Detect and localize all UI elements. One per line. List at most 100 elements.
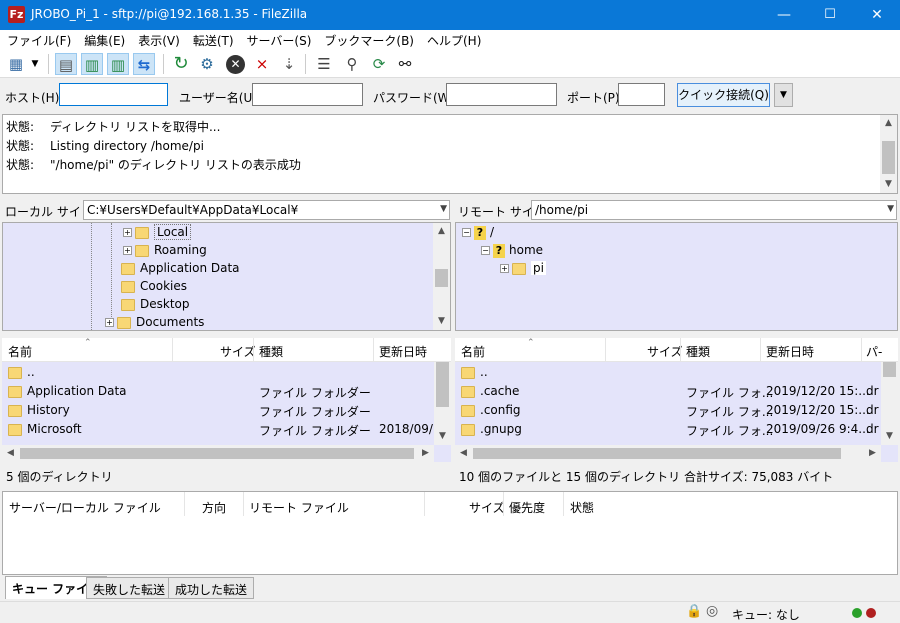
filezilla-app-icon[interactable]: Fz	[8, 6, 25, 23]
tab-failed-transfers[interactable]: 失敗した転送	[86, 577, 173, 599]
cancel-operation-icon[interactable]: ✕	[226, 55, 245, 74]
menu-edit[interactable]: 編集(E)	[77, 30, 131, 49]
process-queue-icon[interactable]: ⚙	[196, 53, 218, 75]
tree-item[interactable]: −? /	[462, 225, 494, 240]
chevron-down-icon[interactable]: ▼	[887, 204, 894, 214]
local-directory-tree[interactable]: + Local + Roaming Application Data Cookies…	[2, 222, 451, 331]
scroll-thumb[interactable]	[473, 448, 841, 459]
column-priority[interactable]: 優先度	[509, 499, 545, 516]
reconnect-icon[interactable]: ⇣	[278, 53, 300, 75]
scroll-down-icon[interactable]: ▼	[433, 313, 450, 330]
menu-file[interactable]: ファイル(F)	[0, 30, 77, 49]
table-row[interactable]: Application Data ファイル フォルダー	[2, 381, 451, 400]
column-modified[interactable]: 更新日時	[766, 343, 814, 360]
collapse-icon[interactable]: −	[481, 246, 490, 255]
message-log[interactable]: 状態: ディレクトリ リストを取得中... 状態: Listing director…	[2, 114, 898, 194]
remote-list-hscrollbar[interactable]: ◀ ▶	[455, 445, 881, 462]
scroll-right-icon[interactable]: ▶	[417, 445, 434, 462]
table-row[interactable]: History ファイル フォルダー	[2, 400, 451, 419]
column-status[interactable]: 状態	[570, 499, 594, 516]
username-input[interactable]	[252, 83, 363, 106]
column-type[interactable]: 種類	[259, 343, 283, 360]
column-name[interactable]: 名前	[461, 343, 485, 360]
scroll-thumb[interactable]	[20, 448, 414, 459]
scroll-thumb[interactable]	[882, 141, 895, 174]
toggle-remote-tree-icon[interactable]: ▥	[107, 53, 129, 75]
scroll-thumb[interactable]	[436, 362, 449, 407]
tab-successful-transfers[interactable]: 成功した転送	[168, 577, 255, 599]
menu-view[interactable]: 表示(V)	[131, 30, 186, 49]
local-list-hscrollbar[interactable]: ◀ ▶	[2, 445, 434, 462]
menu-bookmarks[interactable]: ブックマーク(B)	[317, 30, 420, 49]
site-manager-dropdown-icon[interactable]: ▼	[28, 53, 42, 75]
tree-item[interactable]: + Documents	[105, 315, 204, 329]
column-permissions[interactable]: パ-	[866, 343, 882, 360]
table-row[interactable]: .cache ファイル フォ... 2019/12/20 15:... dr	[455, 381, 898, 400]
synchronized-browsing-icon[interactable]: ⟳	[368, 53, 390, 75]
scroll-thumb[interactable]	[435, 269, 448, 287]
scroll-down-icon[interactable]: ▼	[434, 428, 451, 445]
remote-file-list[interactable]: .. .cache ファイル フォ... 2019/12/20 15:... dr .…	[455, 362, 898, 462]
scroll-down-icon[interactable]: ▼	[881, 428, 898, 445]
expand-icon[interactable]: +	[123, 228, 132, 237]
speed-limit-icon[interactable]: ◎	[706, 603, 718, 619]
refresh-icon[interactable]: ↻	[170, 53, 192, 75]
tree-item[interactable]: −? home	[481, 243, 543, 258]
port-input[interactable]	[618, 83, 665, 106]
toggle-log-icon[interactable]: ▤	[55, 53, 77, 75]
transfer-queue[interactable]: サーバー/ローカル ファイル 方向 リモート ファイル サイズ 優先度 状態	[2, 491, 898, 575]
column-name[interactable]: 名前	[8, 343, 32, 360]
scroll-down-icon[interactable]: ▼	[880, 176, 897, 193]
column-direction[interactable]: 方向	[202, 499, 226, 516]
tree-item[interactable]: Desktop	[121, 297, 190, 311]
expand-icon[interactable]: +	[105, 318, 114, 327]
log-scrollbar[interactable]: ▲ ▼	[880, 115, 897, 193]
table-row[interactable]: ..	[455, 362, 898, 381]
host-input[interactable]	[59, 83, 168, 106]
directory-comparison-icon[interactable]: ⚲	[341, 53, 363, 75]
disconnect-icon[interactable]: ⨯	[251, 53, 273, 75]
site-manager-icon[interactable]: ▦	[5, 53, 27, 75]
directory-listing-filters-icon[interactable]: ☰	[313, 53, 335, 75]
table-row[interactable]: ..	[2, 362, 451, 381]
quickconnect-button[interactable]: クイック接続(Q)	[677, 83, 770, 107]
chevron-down-icon[interactable]: ▼	[440, 204, 447, 214]
scroll-left-icon[interactable]: ◀	[455, 445, 472, 462]
collapse-icon[interactable]: −	[462, 228, 471, 237]
quickconnect-dropdown-icon[interactable]: ▼	[774, 83, 793, 107]
toggle-local-tree-icon[interactable]: ▥	[81, 53, 103, 75]
menu-transfer[interactable]: 転送(T)	[186, 30, 240, 49]
maximize-button[interactable]: ☐	[807, 0, 853, 30]
scroll-right-icon[interactable]: ▶	[864, 445, 881, 462]
tree-item[interactable]: Cookies	[121, 279, 187, 293]
table-row[interactable]: Microsoft ファイル フォルダー 2018/09/1	[2, 419, 451, 438]
column-remote-file[interactable]: リモート ファイル	[249, 499, 349, 516]
column-size[interactable]: サイズ	[469, 499, 505, 516]
tree-item[interactable]: + pi	[500, 261, 546, 275]
column-server-local-file[interactable]: サーバー/ローカル ファイル	[9, 499, 161, 516]
table-row[interactable]: .gnupg ファイル フォ... 2019/09/26 9:4... dr	[455, 419, 898, 438]
scroll-thumb[interactable]	[883, 362, 896, 377]
minimize-button[interactable]: —	[761, 0, 807, 30]
close-button[interactable]: ✕	[854, 0, 900, 30]
search-remote-files-icon[interactable]: ⚯	[394, 53, 416, 75]
local-tree-scrollbar[interactable]: ▲ ▼	[433, 223, 450, 330]
local-file-list[interactable]: .. Application Data ファイル フォルダー History ファイ…	[2, 362, 451, 462]
scroll-left-icon[interactable]: ◀	[2, 445, 19, 462]
remote-directory-tree[interactable]: −? / −? home + pi	[455, 222, 898, 331]
column-size[interactable]: サイズ	[647, 343, 683, 360]
column-type[interactable]: 種類	[686, 343, 710, 360]
remote-list-scrollbar[interactable]: ▲ ▼	[881, 362, 898, 445]
column-size[interactable]: サイズ	[220, 343, 256, 360]
remote-path-combo[interactable]: /home/pi ▼	[531, 200, 897, 220]
menu-help[interactable]: ヘルプ(H)	[420, 30, 487, 49]
lock-icon[interactable]: 🔒	[686, 604, 702, 619]
menu-server[interactable]: サーバー(S)	[240, 30, 318, 49]
table-row[interactable]: .config ファイル フォ... 2019/12/20 15:... dr	[455, 400, 898, 419]
local-path-combo[interactable]: C:¥Users¥Default¥AppData¥Local¥ ▼	[83, 200, 450, 220]
column-modified[interactable]: 更新日時	[379, 343, 427, 360]
expand-icon[interactable]: +	[123, 246, 132, 255]
password-input[interactable]	[446, 83, 557, 106]
expand-icon[interactable]: +	[500, 264, 509, 273]
scroll-up-icon[interactable]: ▲	[433, 223, 450, 240]
